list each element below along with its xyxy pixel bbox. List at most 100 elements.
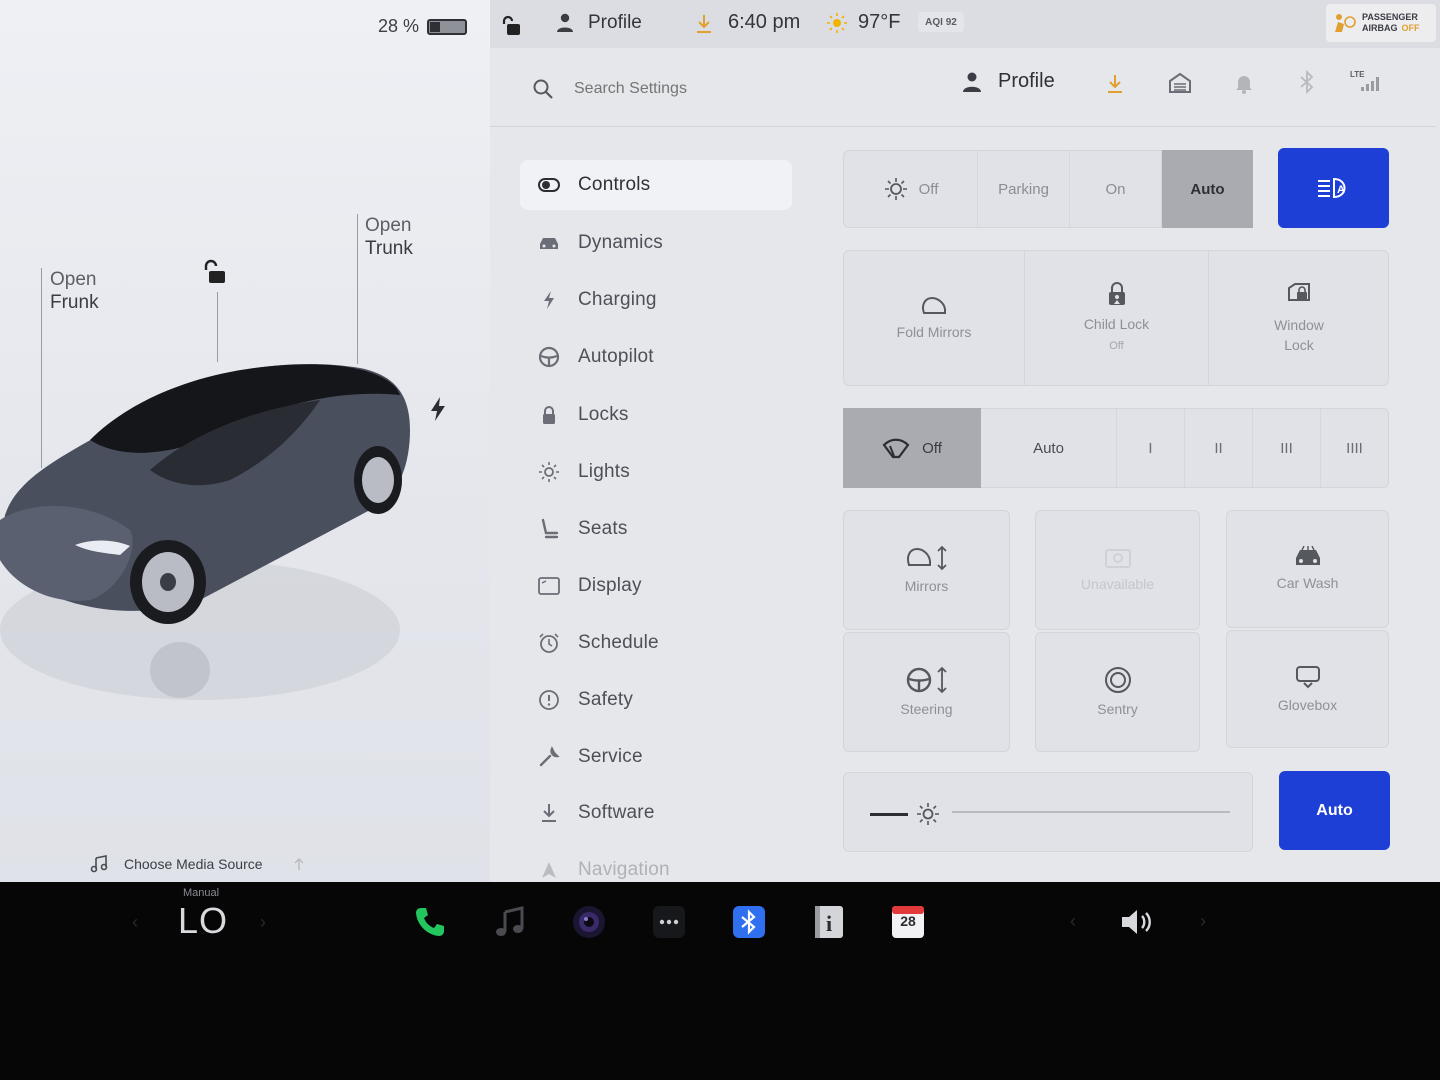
car-wash-button[interactable]: Car Wash	[1226, 510, 1389, 628]
aqi-badge: AQI 92	[918, 12, 964, 32]
notification-bell-icon[interactable]	[1234, 72, 1254, 94]
child-lock-button[interactable]: Child Lock Off	[1025, 251, 1209, 385]
steering-adjust-button[interactable]: Steering	[843, 632, 1010, 752]
headlights-on-option[interactable]: On	[1070, 151, 1162, 227]
glovebox-label: Glovebox	[1277, 697, 1338, 713]
sidebar-item-locks[interactable]: Locks	[520, 390, 792, 440]
headlight-sun-icon	[883, 176, 909, 202]
trunk-leader-line	[357, 214, 358, 364]
media-source-row[interactable]: Choose Media Source	[90, 855, 305, 873]
climate-temperature[interactable]: LO	[178, 900, 228, 942]
clock: 6:40 pm	[728, 11, 801, 33]
wiper-auto-option[interactable]: Auto	[981, 409, 1117, 487]
car-unlock-icon[interactable]	[200, 258, 228, 286]
mirror-icon	[920, 295, 948, 317]
sidebar-item-dynamics[interactable]: Dynamics	[520, 218, 792, 268]
wiper-icon	[882, 437, 910, 459]
sidebar-item-display[interactable]: Display	[520, 561, 792, 611]
sidebar-item-schedule[interactable]: Schedule	[520, 618, 792, 668]
sidebar-item-navigation[interactable]: Navigation	[520, 845, 792, 882]
headlights-off-label: Off	[918, 180, 939, 198]
wiper-speed-2-option[interactable]: II	[1185, 409, 1253, 487]
camera-app-icon[interactable]	[569, 902, 609, 942]
sidebar-item-charging[interactable]: Charging	[520, 275, 792, 325]
mirrors-adjust-button[interactable]: Mirrors	[843, 510, 1010, 630]
wrench-icon	[538, 746, 560, 768]
phone-icon[interactable]	[410, 902, 450, 942]
auto-high-beam-icon: A	[1316, 176, 1352, 200]
headlights-auto-option[interactable]: Auto	[1162, 150, 1253, 228]
search-settings-input[interactable]	[568, 74, 868, 104]
wiper-speed-4-option[interactable]: IIII	[1321, 409, 1388, 487]
fold-mirrors-button[interactable]: Fold Mirrors	[844, 251, 1025, 385]
header-download-icon[interactable]	[1104, 72, 1126, 96]
bluetooth-app-icon[interactable]	[729, 902, 769, 942]
sidebar-item-label: Schedule	[578, 632, 659, 653]
sidebar-item-label: Software	[578, 802, 655, 823]
sidebar-item-safety[interactable]: Safety	[520, 675, 792, 725]
brightness-auto-button[interactable]: Auto	[1279, 771, 1390, 850]
header-profile-button[interactable]: Profile	[962, 70, 1055, 93]
climate-mode-label: Manual	[183, 887, 220, 899]
volume-down[interactable]: ‹	[1070, 911, 1076, 932]
open-trunk-button[interactable]: Open Trunk	[365, 214, 413, 260]
headlights-off-option[interactable]: Off	[844, 151, 978, 227]
battery-readout: 28 %	[378, 16, 468, 37]
software-update-icon[interactable]	[694, 13, 714, 35]
sidebar-item-label: Autopilot	[578, 346, 654, 367]
more-apps-icon[interactable]	[649, 902, 689, 942]
wiper-speed-1-option[interactable]: I	[1117, 409, 1185, 487]
brightness-slider[interactable]	[843, 772, 1253, 852]
homelink-garage-icon[interactable]	[1168, 72, 1192, 94]
battery-fill	[430, 21, 441, 32]
car-3d-image	[0, 350, 430, 720]
signal-bars-icon	[1360, 76, 1382, 92]
climate-temp-up[interactable]: ›	[260, 912, 266, 933]
music-app-icon[interactable]	[490, 902, 530, 942]
header-divider	[490, 126, 1436, 127]
owners-manual-icon[interactable]: i	[809, 902, 849, 942]
sidebar-item-lights[interactable]: Lights	[520, 447, 792, 497]
mirror-adjust-icon	[905, 545, 949, 571]
sidebar-item-software[interactable]: Software	[520, 788, 792, 838]
window-lock-label-line2: Lock	[1284, 337, 1314, 353]
window-lock-button[interactable]: Window Lock	[1209, 251, 1389, 385]
sidebar-item-autopilot[interactable]: Autopilot	[520, 332, 792, 382]
steering-adjust-icon	[905, 666, 949, 694]
bluetooth-status-icon[interactable]	[1298, 70, 1316, 94]
climate-temp-down[interactable]: ‹	[132, 912, 138, 933]
touchscreen: 28 % Open Frunk Open Trunk Choose Media …	[0, 0, 1440, 882]
sidebar-item-label: Display	[578, 575, 642, 596]
trunk-label-line1: Open	[365, 215, 412, 236]
download-icon	[538, 802, 560, 824]
steering-wheel-icon	[538, 346, 560, 368]
expand-up-icon[interactable]	[293, 857, 305, 871]
sun-weather-icon	[826, 12, 848, 34]
outside-temperature: 97°F	[858, 11, 901, 33]
wiper-speed-3-option[interactable]: III	[1253, 409, 1321, 487]
wiper-control: Off Auto I II III IIII	[843, 408, 1389, 488]
sidebar-item-service[interactable]: Service	[520, 732, 792, 782]
top-status-bar: Profile 6:40 pm 97°F AQI 92 PASSENGER AI…	[490, 0, 1440, 48]
sidebar-item-seats[interactable]: Seats	[520, 504, 792, 554]
volume-speaker-icon[interactable]	[1118, 902, 1158, 942]
charge-port-bolt-icon[interactable]	[428, 396, 448, 422]
headlights-parking-option[interactable]: Parking	[978, 151, 1070, 227]
glovebox-button[interactable]: Glovebox	[1226, 630, 1389, 748]
seat-icon	[538, 518, 560, 540]
headlights-parking-label: Parking	[998, 180, 1049, 198]
airbag-state: OFF	[1401, 23, 1420, 33]
sentry-mode-button[interactable]: Sentry	[1035, 632, 1200, 752]
top-profile[interactable]: Profile	[556, 12, 642, 34]
auto-high-beam-button[interactable]: A	[1278, 148, 1389, 228]
header-profile-person-icon	[962, 71, 982, 93]
quick-controls-panel: Fold Mirrors Child Lock Off Window Lock	[843, 250, 1389, 386]
open-frunk-button[interactable]: Open Frunk	[50, 268, 99, 314]
headlights-auto-label: Auto	[1190, 180, 1225, 198]
header-profile-label: Profile	[998, 70, 1055, 92]
wiper-off-option[interactable]: Off	[843, 408, 981, 488]
lock-status-icon[interactable]	[500, 14, 522, 38]
volume-up[interactable]: ›	[1200, 911, 1206, 932]
sidebar-item-controls[interactable]: Controls	[520, 160, 792, 210]
trunk-label-line2: Trunk	[365, 238, 413, 259]
